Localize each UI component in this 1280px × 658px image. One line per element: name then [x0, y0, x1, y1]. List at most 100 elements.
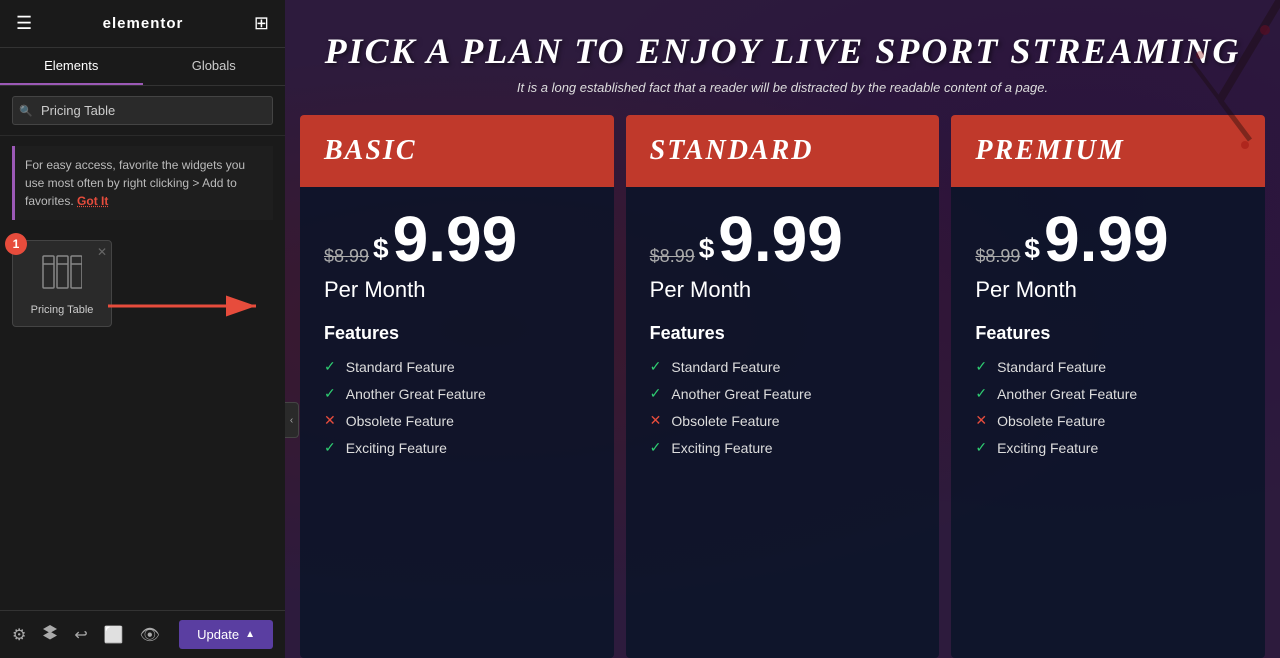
search-bar	[0, 86, 285, 136]
original-price: $8.99	[650, 246, 695, 267]
elementor-logo: elementor	[103, 15, 184, 32]
feature-item: ✕ Obsolete Feature	[650, 412, 916, 429]
check-icon: ✓	[324, 358, 336, 375]
price-amount: 9.99	[718, 207, 843, 271]
features-label: Features	[650, 323, 916, 344]
feature-text: Another Great Feature	[346, 386, 486, 402]
feature-text: Another Great Feature	[997, 386, 1137, 402]
right-content: Pick a plan to enjoy live sport streamin…	[285, 0, 1280, 658]
feature-item: ✓ Exciting Feature	[324, 439, 590, 456]
update-chevron-icon: ▲	[245, 629, 255, 640]
price-amount: 9.99	[1044, 207, 1169, 271]
responsive-icon[interactable]: ⬜	[104, 625, 124, 645]
settings-icon[interactable]: ⚙	[12, 625, 26, 645]
card-title-standard: Standard	[650, 135, 916, 167]
price-period: Per Month	[975, 277, 1241, 303]
feature-item: ✕ Obsolete Feature	[975, 412, 1241, 429]
feature-text: Exciting Feature	[671, 440, 772, 456]
check-icon: ✓	[650, 358, 662, 375]
original-price: $8.99	[324, 246, 369, 267]
feature-item: ✓ Another Great Feature	[650, 385, 916, 402]
collapse-panel-button[interactable]: ‹	[285, 402, 299, 438]
page-subtitle: It is a long established fact that a rea…	[305, 80, 1260, 95]
feature-item: ✓ Standard Feature	[650, 358, 916, 375]
price-currency: $	[373, 233, 389, 265]
page-title: Pick a plan to enjoy live sport streamin…	[305, 30, 1260, 72]
got-it-link[interactable]: Got It	[77, 194, 108, 208]
display-icon[interactable]: 👁	[140, 625, 160, 645]
features-label: Features	[324, 323, 590, 344]
price-amount: 9.99	[393, 207, 518, 271]
price-currency: $	[699, 233, 715, 265]
original-price: $8.99	[975, 246, 1020, 267]
feature-item: ✓ Standard Feature	[975, 358, 1241, 375]
check-icon: ✓	[975, 385, 987, 402]
grid-icon[interactable]: ⊞	[254, 13, 269, 34]
price-row: $8.99 $ 9.99	[650, 207, 916, 271]
check-icon: ✓	[650, 385, 662, 402]
drag-arrow	[108, 288, 268, 329]
check-icon: ✓	[324, 439, 336, 456]
check-icon: ✓	[975, 358, 987, 375]
feature-text: Exciting Feature	[346, 440, 447, 456]
layers-icon[interactable]	[42, 624, 58, 645]
hamburger-icon[interactable]: ☰	[16, 13, 32, 34]
card-header-premium: Premium	[951, 115, 1265, 187]
widget-badge: 1	[5, 233, 27, 255]
price-row: $8.99 $ 9.99	[324, 207, 590, 271]
info-box: For easy access, favorite the widgets yo…	[12, 146, 273, 220]
left-panel: ☰ elementor ⊞ Elements Globals For easy …	[0, 0, 285, 658]
feature-item: ✓ Exciting Feature	[650, 439, 916, 456]
feature-text: Standard Feature	[671, 359, 780, 375]
x-icon: ✕	[650, 412, 662, 429]
card-body-premium: $8.99 $ 9.99 Per Month Features ✓ Standa…	[951, 187, 1265, 658]
price-period: Per Month	[650, 277, 916, 303]
bottom-toolbar: ⚙ ↩ ⬜ 👁 Update ▲	[0, 610, 285, 658]
pricing-card-basic: Basic $8.99 $ 9.99 Per Month Features ✓ …	[300, 115, 614, 658]
info-text: For easy access, favorite the widgets yo…	[25, 158, 245, 208]
price-period: Per Month	[324, 277, 590, 303]
feature-text: Another Great Feature	[671, 386, 811, 402]
card-header-basic: Basic	[300, 115, 614, 187]
widget-label: Pricing Table	[31, 304, 94, 316]
card-title-basic: Basic	[324, 135, 590, 167]
pricing-card-standard: Standard $8.99 $ 9.99 Per Month Features…	[626, 115, 940, 658]
feature-text: Exciting Feature	[997, 440, 1098, 456]
x-icon: ✕	[975, 412, 987, 429]
panel-tabs: Elements Globals	[0, 48, 285, 86]
card-header-standard: Standard	[626, 115, 940, 187]
features-label: Features	[975, 323, 1241, 344]
price-row: $8.99 $ 9.99	[975, 207, 1241, 271]
pricing-table-widget[interactable]: ✕ 1 Pricing Table	[12, 240, 112, 327]
feature-text: Obsolete Feature	[671, 413, 779, 429]
search-input[interactable]	[12, 96, 273, 125]
history-icon[interactable]: ↩	[74, 625, 87, 645]
price-currency: $	[1024, 233, 1040, 265]
feature-text: Standard Feature	[997, 359, 1106, 375]
update-button[interactable]: Update ▲	[179, 620, 273, 649]
page-header: Pick a plan to enjoy live sport streamin…	[285, 0, 1280, 115]
widget-close-icon[interactable]: ✕	[97, 245, 107, 259]
feature-text: Standard Feature	[346, 359, 455, 375]
card-body-standard: $8.99 $ 9.99 Per Month Features ✓ Standa…	[626, 187, 940, 658]
card-body-basic: $8.99 $ 9.99 Per Month Features ✓ Standa…	[300, 187, 614, 658]
check-icon: ✓	[650, 439, 662, 456]
check-icon: ✓	[324, 385, 336, 402]
card-title-premium: Premium	[975, 135, 1241, 167]
pricing-cards-container: Basic $8.99 $ 9.99 Per Month Features ✓ …	[285, 115, 1280, 658]
pricing-card-premium: Premium $8.99 $ 9.99 Per Month Features …	[951, 115, 1265, 658]
feature-item: ✕ Obsolete Feature	[324, 412, 590, 429]
panel-header: ☰ elementor ⊞	[0, 0, 285, 48]
check-icon: ✓	[975, 439, 987, 456]
feature-item: ✓ Standard Feature	[324, 358, 590, 375]
widget-area: ✕ 1 Pricing Table	[0, 230, 285, 610]
feature-text: Obsolete Feature	[346, 413, 454, 429]
feature-text: Obsolete Feature	[997, 413, 1105, 429]
pricing-table-icon	[42, 255, 82, 296]
feature-item: ✓ Another Great Feature	[975, 385, 1241, 402]
x-icon: ✕	[324, 412, 336, 429]
feature-item: ✓ Another Great Feature	[324, 385, 590, 402]
tab-elements[interactable]: Elements	[0, 48, 143, 85]
tab-globals[interactable]: Globals	[143, 48, 286, 85]
feature-item: ✓ Exciting Feature	[975, 439, 1241, 456]
